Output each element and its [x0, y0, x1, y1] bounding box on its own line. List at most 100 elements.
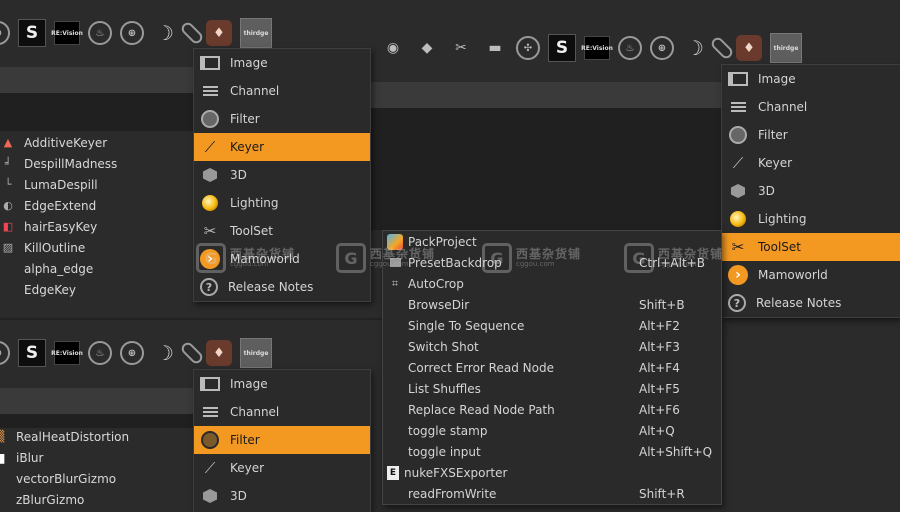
help-icon: ? — [200, 278, 218, 296]
list-item[interactable]: ▨ KillOutline — [0, 237, 193, 258]
pill-icon[interactable] — [179, 340, 205, 366]
menu-item-release-notes[interactable]: ? Release Notes — [194, 273, 370, 301]
menu-item-toolset[interactable]: ✂ ToolSet — [722, 233, 900, 261]
menu-item-image[interactable]: Image — [722, 65, 900, 93]
submenu-item-read-from-write[interactable]: readFromWrite Shift+R — [383, 483, 721, 504]
list-item[interactable]: EdgeKey — [0, 279, 193, 300]
menu-item-channel[interactable]: Channel — [722, 93, 900, 121]
gizmo-icon[interactable]: ⊕ — [120, 341, 144, 365]
submenu-item-nuke-fxs-exporter[interactable]: EnukeFXSExporter — [383, 462, 721, 483]
cube-icon — [200, 165, 220, 185]
revision-button[interactable]: RE:Vision — [51, 341, 83, 365]
gizmo-icon[interactable]: ⊕ — [650, 36, 674, 60]
menu-item-channel[interactable]: Channel — [194, 77, 370, 105]
list-item[interactable]: ▒ RealHeatDistortion — [0, 426, 192, 447]
flame-icon[interactable]: ♨ — [88, 21, 112, 45]
s-logo-button[interactable]: S — [18, 339, 46, 367]
menu-item-keyer[interactable]: ⟋ Keyer — [194, 454, 370, 482]
revision-button[interactable]: RE:Vision — [51, 21, 83, 45]
menu-item-release-notes[interactable]: ? Release Notes — [722, 289, 900, 317]
menu-item-label: Lighting — [230, 196, 279, 210]
menu-item-3d[interactable]: 3D — [722, 177, 900, 205]
menu-item-keyer[interactable]: ⟋ Keyer — [194, 133, 370, 161]
menu-item-filter[interactable]: Filter — [194, 426, 370, 454]
moon-icon[interactable]: ☽ — [152, 340, 178, 366]
category-menu-right: Image Channel Filter ⟋ Keyer 3D Lighting … — [721, 64, 900, 318]
revision-button[interactable]: RE:Vision — [581, 36, 613, 60]
edge-extend-icon: ◐ — [3, 199, 13, 212]
eye-icon[interactable]: ◉ — [380, 35, 406, 61]
keyer-icon: ⟋ — [204, 138, 216, 156]
menu-item-3d[interactable]: 3D — [194, 482, 370, 510]
submenu-item-switch-shot[interactable]: Switch Shot Alt+F3 — [383, 336, 721, 357]
thirdge-button[interactable]: thirdge — [240, 338, 272, 368]
menu-item-mamoworld[interactable]: › Mamoworld — [194, 245, 370, 273]
list-item[interactable]: ◐ EdgeExtend — [0, 195, 193, 216]
pill-icon[interactable] — [709, 35, 735, 61]
gizmo-icon[interactable]: ⊕ — [0, 341, 10, 365]
menu-item-lighting[interactable]: Lighting — [194, 189, 370, 217]
bulb-icon — [728, 209, 748, 229]
menu-item-3d[interactable]: 3D — [194, 161, 370, 189]
s-logo-button[interactable]: S — [548, 34, 576, 62]
list-item[interactable]: vectorBlurGizmo — [0, 468, 192, 489]
list-item[interactable]: ▆ iBlur — [0, 447, 192, 468]
list-item[interactable]: ▲ AdditiveKeyer — [0, 132, 193, 153]
panel-strip — [369, 82, 721, 108]
s-logo-button[interactable]: S — [18, 19, 46, 47]
menu-item-filter[interactable]: Filter — [194, 105, 370, 133]
shortcut-label: Alt+Q — [639, 423, 675, 438]
channel-icon — [200, 81, 220, 101]
menu-item-label: Lighting — [758, 212, 807, 226]
crosshair-icon[interactable]: ✣ — [516, 36, 540, 60]
list-item[interactable]: zBlurGizmo — [0, 489, 192, 510]
menu-item-image[interactable]: Image — [194, 49, 370, 77]
menu-item-channel[interactable]: Channel — [194, 398, 370, 426]
mamoworld-icon: › — [200, 249, 220, 269]
submenu-item-replace-read-node-path[interactable]: Replace Read Node Path Alt+F6 — [383, 399, 721, 420]
list-item[interactable]: └ LumaDespill — [0, 174, 193, 195]
drop-icon[interactable]: ♦ — [206, 20, 232, 46]
submenu-item-pack-project[interactable]: PackProject — [383, 231, 721, 252]
submenu-item-toggle-input[interactable]: toggle input Alt+Shift+Q — [383, 441, 721, 462]
keyer-node-list: ▲ AdditiveKeyer ╛ DespillMadness └ LumaDesp… — [0, 132, 193, 300]
menu-item-label: Mamoworld — [230, 252, 300, 266]
list-item[interactable]: ◧ hairEasyKey — [0, 216, 193, 237]
submenu-item-toggle-stamp[interactable]: toggle stamp Alt+Q — [383, 420, 721, 441]
list-item[interactable]: alpha_edge — [0, 258, 193, 279]
submenu-item-auto-crop[interactable]: ⌗ AutoCrop — [383, 273, 721, 294]
list-item[interactable]: ╛ DespillMadness — [0, 153, 193, 174]
moon-icon[interactable]: ☽ — [682, 35, 708, 61]
moon-icon[interactable]: ☽ — [152, 20, 178, 46]
menu-item-keyer[interactable]: ⟋ Keyer — [722, 149, 900, 177]
list-item-label: EdgeKey — [24, 282, 76, 297]
submenu-item-single-to-sequence[interactable]: Single To Sequence Alt+F2 — [383, 315, 721, 336]
tag-icon[interactable]: ◆ — [414, 35, 440, 61]
thirdge-button[interactable]: thirdge — [770, 33, 802, 63]
backdrop-icon — [387, 255, 403, 271]
menu-item-toolset[interactable]: ✂ ToolSet — [194, 217, 370, 245]
drop-icon[interactable]: ♦ — [206, 340, 232, 366]
flame-icon[interactable]: ♨ — [618, 36, 642, 60]
panel-strip — [0, 388, 193, 414]
gizmo-icon[interactable]: ⊕ — [120, 21, 144, 45]
submenu-item-list-shuffles[interactable]: List Shuffles Alt+F5 — [383, 378, 721, 399]
menu-item-label: Image — [230, 56, 268, 70]
gizmo-icon[interactable]: ⊕ — [0, 21, 10, 45]
crop-icon: ⌗ — [391, 276, 399, 290]
drop-icon[interactable]: ♦ — [736, 35, 762, 61]
menu-item-label: Filter — [758, 128, 788, 142]
thirdge-button[interactable]: thirdge — [240, 18, 272, 48]
menu-item-filter[interactable]: Filter — [722, 121, 900, 149]
menu-item-image[interactable]: Image — [194, 370, 370, 398]
box-icon[interactable]: ▬ — [482, 35, 508, 61]
submenu-item-preset-backdrop[interactable]: PresetBackdrop Ctrl+Alt+B — [383, 252, 721, 273]
menu-item-lighting[interactable]: Lighting — [722, 205, 900, 233]
menu-item-mamoworld[interactable]: › Mamoworld — [722, 261, 900, 289]
blank-icon — [387, 318, 403, 334]
submenu-item-correct-error-read-node[interactable]: Correct Error Read Node Alt+F4 — [383, 357, 721, 378]
submenu-item-browse-dir[interactable]: BrowseDir Shift+B — [383, 294, 721, 315]
wrench-icon[interactable]: ✂ — [448, 35, 474, 61]
flame-icon[interactable]: ♨ — [88, 341, 112, 365]
pill-icon[interactable] — [179, 20, 205, 46]
